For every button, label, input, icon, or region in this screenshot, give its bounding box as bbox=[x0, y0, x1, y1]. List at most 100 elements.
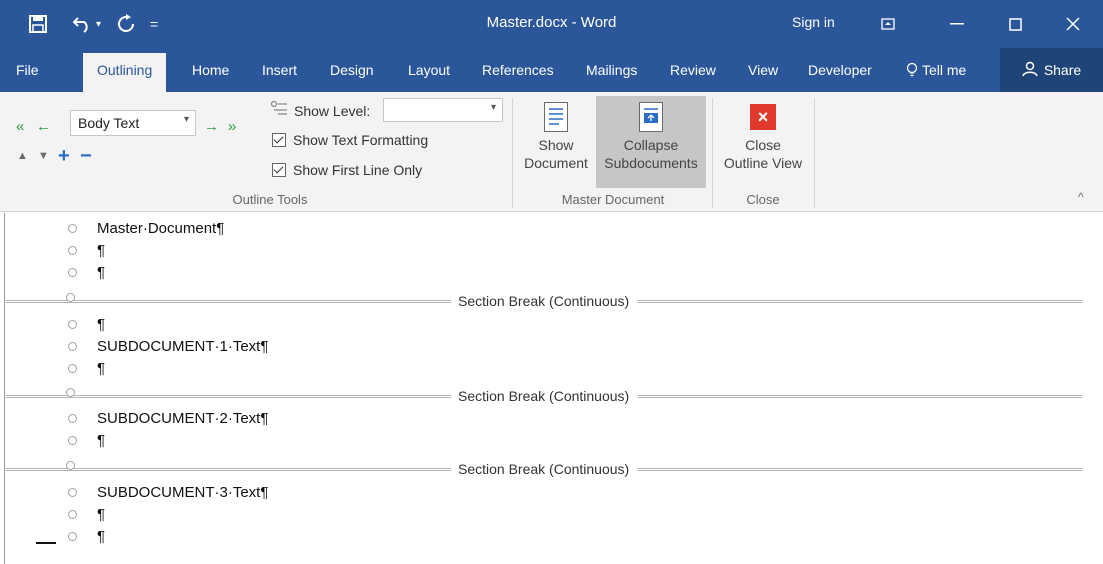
paragraph-mark: ¶ bbox=[97, 242, 106, 259]
sign-in-link[interactable]: Sign in bbox=[792, 14, 835, 30]
group-divider bbox=[512, 98, 513, 208]
close-outline-view-button[interactable]: × Close Outline View bbox=[718, 96, 808, 188]
outline-paragraph[interactable]: SUBDOCUMENT·3·Text¶ bbox=[0, 483, 1103, 505]
redo-icon[interactable] bbox=[116, 10, 136, 38]
outline-paragraph[interactable]: SUBDOCUMENT·1·Text¶ bbox=[0, 337, 1103, 359]
show-document-icon bbox=[544, 102, 568, 132]
collapse-icon[interactable]: − bbox=[80, 145, 92, 168]
undo-icon[interactable] bbox=[72, 10, 94, 38]
ribbon: « ← Body Text ▾ → » ▲ ▼ + − Show Level: … bbox=[0, 92, 1103, 212]
outline-paragraph[interactable]: ¶ bbox=[0, 527, 1103, 549]
outline-bullet-icon bbox=[68, 414, 77, 423]
chevron-down-icon: ▾ bbox=[490, 102, 496, 113]
collapse-ribbon-icon[interactable]: ^ bbox=[1078, 190, 1084, 204]
show-document-label-1: Show bbox=[538, 137, 574, 153]
paragraph-mark: ¶ bbox=[97, 316, 106, 333]
tab-review[interactable]: Review bbox=[670, 62, 716, 78]
collapse-subdocuments-label-1: Collapse bbox=[623, 137, 679, 153]
outline-paragraph[interactable]: Master·Document¶ bbox=[0, 219, 1103, 241]
tab-references[interactable]: References bbox=[482, 62, 554, 78]
save-icon[interactable] bbox=[28, 10, 48, 38]
section-break-label: Section Break (Continuous) bbox=[455, 388, 633, 404]
show-first-line-only-label: Show First Line Only bbox=[293, 162, 423, 178]
outline-paragraph[interactable]: ¶ bbox=[0, 241, 1103, 263]
maximize-icon[interactable] bbox=[993, 0, 1037, 48]
promote-icon[interactable]: ← bbox=[36, 118, 51, 135]
show-document-label-2: Document bbox=[524, 155, 588, 171]
section-break[interactable]: Section Break (Continuous) bbox=[6, 459, 1082, 481]
move-down-icon[interactable]: ▼ bbox=[38, 150, 49, 162]
title-bar: ▾ = Master.docx - Word Sign in bbox=[0, 0, 1103, 48]
tab-design[interactable]: Design bbox=[330, 62, 374, 78]
group-divider bbox=[814, 98, 815, 208]
collapse-subdocuments-icon bbox=[639, 102, 663, 132]
outline-bullet-icon bbox=[68, 532, 77, 541]
show-first-line-only-checkbox[interactable]: Show First Line Only bbox=[272, 162, 422, 178]
paragraph-mark: ¶ bbox=[97, 506, 106, 523]
show-level-row: Show Level: bbox=[270, 100, 370, 121]
outline-bullet-icon bbox=[68, 488, 77, 497]
section-break-line bbox=[638, 300, 1082, 303]
show-level-dropdown[interactable]: ▾ bbox=[383, 98, 503, 122]
tab-outlining[interactable]: Outlining bbox=[83, 53, 167, 92]
share-button[interactable]: Share bbox=[1000, 48, 1103, 92]
outline-level-value: Body Text bbox=[78, 115, 140, 131]
tell-me-search[interactable]: Tell me bbox=[906, 62, 966, 81]
show-document-button[interactable]: Show Document bbox=[518, 96, 594, 188]
paragraph-mark: ¶ bbox=[97, 264, 106, 281]
section-break[interactable]: Section Break (Continuous) bbox=[6, 386, 1082, 408]
tab-layout[interactable]: Layout bbox=[408, 62, 450, 78]
outline-bullet-icon bbox=[66, 388, 75, 397]
outline-level-dropdown[interactable]: Body Text ▾ bbox=[70, 110, 196, 136]
paragraph-mark: ¶ bbox=[97, 528, 106, 545]
tab-home[interactable]: Home bbox=[192, 62, 229, 78]
outline-paragraph[interactable]: ¶ bbox=[0, 315, 1103, 337]
minimize-icon[interactable] bbox=[935, 0, 979, 48]
group-divider bbox=[712, 98, 713, 208]
customize-qat-icon[interactable]: = bbox=[150, 10, 158, 38]
paragraph-text: Master·Document¶ bbox=[97, 220, 225, 237]
person-icon bbox=[1022, 61, 1038, 80]
outline-paragraph[interactable]: SUBDOCUMENT·2·Text¶ bbox=[0, 409, 1103, 431]
show-text-formatting-checkbox[interactable]: Show Text Formatting bbox=[272, 132, 428, 148]
section-break-line bbox=[638, 468, 1082, 471]
lightbulb-icon bbox=[906, 62, 918, 81]
demote-to-body-text-icon[interactable]: » bbox=[228, 118, 236, 135]
ribbon-display-options-icon[interactable] bbox=[866, 0, 910, 48]
paragraph-mark: ¶ bbox=[97, 360, 106, 377]
demote-icon[interactable]: → bbox=[204, 118, 219, 135]
move-up-icon[interactable]: ▲ bbox=[17, 150, 28, 162]
outline-bullet-icon bbox=[66, 293, 75, 302]
paragraph-mark: ¶ bbox=[97, 432, 106, 449]
master-document-group-label: Master Document bbox=[561, 192, 665, 207]
share-label: Share bbox=[1043, 62, 1082, 78]
outline-bullet-icon bbox=[68, 224, 77, 233]
outline-paragraph[interactable]: ¶ bbox=[0, 263, 1103, 285]
expand-icon[interactable]: + bbox=[58, 145, 70, 168]
outline-bullet-icon bbox=[68, 510, 77, 519]
tab-view[interactable]: View bbox=[748, 62, 778, 78]
tab-file[interactable]: File bbox=[16, 62, 39, 78]
undo-dropdown-icon[interactable]: ▾ bbox=[96, 10, 101, 38]
outline-bullet-icon bbox=[68, 320, 77, 329]
collapse-subdocuments-label-2: Subdocuments bbox=[604, 155, 698, 171]
close-window-icon[interactable] bbox=[1051, 0, 1095, 48]
outline-bullet-icon bbox=[68, 364, 77, 373]
section-break[interactable]: Section Break (Continuous) bbox=[6, 291, 1082, 313]
tab-mailings[interactable]: Mailings bbox=[586, 62, 637, 78]
outline-paragraph[interactable]: ¶ bbox=[0, 505, 1103, 527]
promote-to-heading1-icon[interactable]: « bbox=[16, 118, 24, 135]
tab-insert[interactable]: Insert bbox=[262, 62, 297, 78]
section-break-label: Section Break (Continuous) bbox=[455, 293, 633, 309]
close-outline-view-label-2: Outline View bbox=[723, 155, 803, 171]
collapse-subdocuments-button[interactable]: Collapse Subdocuments bbox=[596, 96, 706, 188]
end-of-document-marker bbox=[36, 542, 56, 544]
outline-paragraph[interactable]: ¶ bbox=[0, 359, 1103, 381]
show-level-label: Show Level: bbox=[294, 102, 371, 119]
outline-paragraph[interactable]: ¶ bbox=[0, 431, 1103, 453]
outline-bullet-icon bbox=[68, 246, 77, 255]
tab-developer[interactable]: Developer bbox=[808, 62, 872, 78]
section-break-label: Section Break (Continuous) bbox=[455, 461, 633, 477]
close-icon: × bbox=[750, 104, 776, 130]
outline-tools-group-label: Outline Tools bbox=[232, 192, 308, 207]
